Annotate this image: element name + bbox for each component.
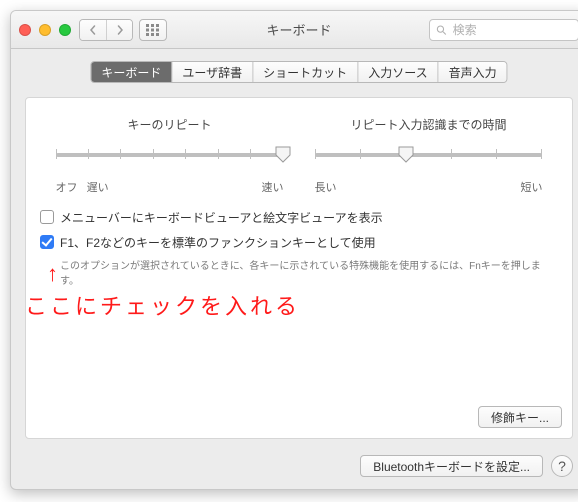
key-repeat-left-label: オフ — [56, 182, 78, 194]
fn-keys-checkbox[interactable] — [40, 235, 54, 249]
settings-panel: キーのリピート オフ 遅い 速い — [25, 97, 573, 439]
slider-row: キーのリピート オフ 遅い 速い — [40, 116, 558, 195]
titlebar: キーボード — [11, 11, 578, 49]
tab-3[interactable]: 入力ソース — [357, 62, 437, 82]
key-repeat-right-label: 速い — [261, 179, 283, 195]
key-repeat-left-extra: 遅い — [87, 182, 109, 194]
key-repeat-slider[interactable] — [56, 143, 284, 177]
checkbox-group: メニューバーにキーボードビューアと絵文字ビューアを表示 F1、F2などのキーを標… — [40, 209, 558, 287]
tab-0[interactable]: キーボード — [91, 62, 171, 82]
delay-right-label: 短い — [520, 179, 542, 195]
modifier-keys-button[interactable]: 修飾キー... — [478, 406, 562, 428]
search-icon — [436, 24, 447, 36]
delay-left-label: 長い — [315, 179, 337, 195]
tab-1[interactable]: ユーザ辞書 — [171, 62, 252, 82]
footer: Bluetoothキーボードを設定... ? — [25, 455, 573, 477]
help-button[interactable]: ? — [551, 455, 573, 477]
search-field[interactable] — [429, 19, 578, 41]
traffic-lights — [19, 24, 71, 36]
preferences-window: キーボード キーボードユーザ辞書ショートカット入力ソース音声入力 キーのリピート — [10, 10, 578, 490]
back-button[interactable] — [80, 20, 106, 40]
fn-keys-note: このオプションが選択されているときに、各キーに示されている特殊機能を使用するには… — [60, 257, 558, 287]
delay-slider[interactable] — [315, 143, 543, 177]
zoom-button[interactable] — [59, 24, 71, 36]
fn-keys-label: F1、F2などのキーを標準のファンクションキーとして使用 — [60, 234, 376, 251]
key-repeat-slider-block: キーのリピート オフ 遅い 速い — [56, 116, 284, 195]
tab-4[interactable]: 音声入力 — [438, 62, 507, 82]
tab-2[interactable]: ショートカット — [252, 62, 357, 82]
key-repeat-title: キーのリピート — [56, 116, 284, 133]
delay-title: リピート入力認識までの時間 — [315, 116, 543, 133]
search-input[interactable] — [451, 22, 572, 38]
minimize-button[interactable] — [39, 24, 51, 36]
menubar-viewer-label: メニューバーにキーボードビューアと絵文字ビューアを表示 — [60, 209, 383, 226]
show-all-button[interactable] — [139, 19, 167, 41]
close-button[interactable] — [19, 24, 31, 36]
nav-back-forward — [79, 19, 133, 41]
delay-slider-block: リピート入力認識までの時間 長い 短い — [315, 116, 543, 195]
grid-icon — [146, 24, 160, 36]
forward-button[interactable] — [106, 20, 132, 40]
bluetooth-setup-button[interactable]: Bluetoothキーボードを設定... — [360, 455, 543, 477]
body: キーボードユーザ辞書ショートカット入力ソース音声入力 キーのリピート オフ — [11, 49, 578, 489]
menubar-viewer-checkbox[interactable] — [40, 210, 54, 224]
tabbar: キーボードユーザ辞書ショートカット入力ソース音声入力 — [90, 61, 507, 83]
